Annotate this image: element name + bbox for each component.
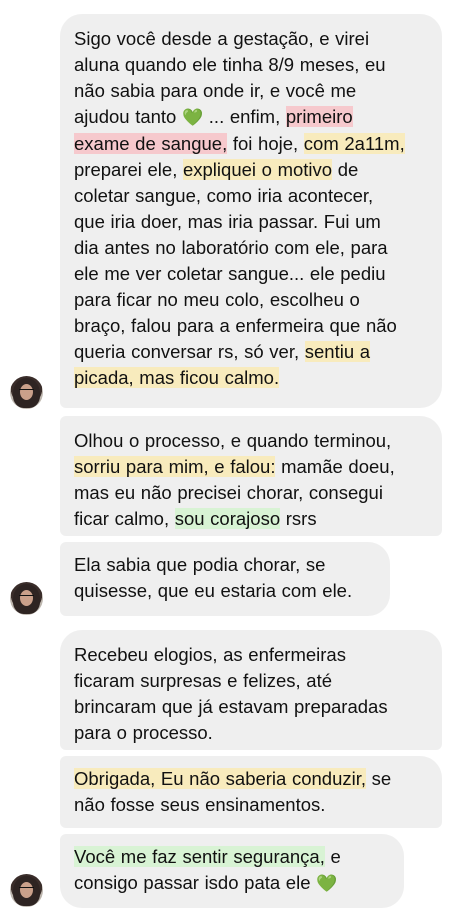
message-line: Recebeu elogios, as enfermeiras xyxy=(74,642,428,668)
message-line: aluna quando ele tinha 8/9 meses, eu xyxy=(74,52,428,78)
message-text: preparei ele, xyxy=(74,159,183,180)
message-line: braço, falou para a enfermeira que não xyxy=(74,313,428,339)
message-line: não sabia para onde ir, e você me xyxy=(74,78,428,104)
message-line: quisesse, que eu estaria com ele. xyxy=(74,578,376,604)
message-text: consigo passar isdo pata ele xyxy=(74,872,317,893)
highlighted-text: sou corajoso xyxy=(174,508,281,529)
message-text: ficaram surpresas e felizes, até xyxy=(74,670,333,691)
message-text: rsrs xyxy=(280,508,317,529)
message-line: que iria doer, mas iria passar. Fui um xyxy=(74,209,428,235)
message-line: preparei ele, expliquei o motivo de xyxy=(74,157,428,183)
highlighted-text: com 2a11m, xyxy=(303,133,405,154)
message-text: mas eu não precisei chorar, consegui xyxy=(74,482,383,503)
message-bubble[interactable]: Recebeu elogios, as enfermeiras ficaram s… xyxy=(60,630,442,750)
highlighted-text: sentiu a xyxy=(304,341,371,362)
message-line: para ficar no meu colo, escolheu o xyxy=(74,287,428,313)
message-line: brincaram que já estavam preparadas xyxy=(74,694,428,720)
message-line: dia antes no laboratório com ele, para xyxy=(74,235,428,261)
message-line: coletar sangue, como iria acontecer, xyxy=(74,183,428,209)
message-line: para o processo. xyxy=(74,720,428,746)
highlighted-text: picada, mas ficou calmo. xyxy=(74,367,280,388)
message-text: e xyxy=(324,846,341,867)
message-text: quisesse, que eu estaria com ele. xyxy=(74,580,353,601)
sender-avatar[interactable] xyxy=(10,582,43,615)
message-text: ficar calmo, xyxy=(74,508,175,529)
message-text: Olhou o processo, e quando terminou, xyxy=(74,430,392,451)
message-text: que iria doer, mas iria passar. Fui um xyxy=(74,211,381,232)
highlighted-text: Obrigada, Eu não saberia conduzir, xyxy=(74,768,367,789)
message-bubble[interactable]: Olhou o processo, e quando terminou, sorr… xyxy=(60,416,442,536)
message-text: não fosse seus ensinamentos. xyxy=(74,794,326,815)
message-text: aluna quando ele tinha 8/9 meses, eu xyxy=(74,54,386,75)
message-text: foi hoje, xyxy=(227,133,304,154)
message-text: braço, falou para a enfermeira que não xyxy=(74,315,397,336)
message-line: ficaram surpresas e felizes, até xyxy=(74,668,428,694)
message-text: para o processo. xyxy=(74,722,213,743)
message-text: mamãe doeu, xyxy=(275,456,395,477)
green-heart-icon: 💚 xyxy=(181,108,204,128)
message-line: Olhou o processo, e quando terminou, xyxy=(74,428,428,454)
message-line: Sigo você desde a gestação, e virei xyxy=(74,26,428,52)
message-text: ele me ver coletar sangue... ele pediu xyxy=(74,263,386,284)
message-text: Ela sabia que podia chorar, se xyxy=(74,554,326,575)
message-line: sorriu para mim, e falou: mamãe doeu, xyxy=(74,454,428,480)
message-text: brincaram que já estavam preparadas xyxy=(74,696,388,717)
message-line: exame de sangue, foi hoje, com 2a11m, xyxy=(74,131,428,157)
message-line: Obrigada, Eu não saberia conduzir, se xyxy=(74,766,428,792)
message-line: consigo passar isdo pata ele 💚 xyxy=(74,870,390,897)
message-text: queria conversar rs, só ver, xyxy=(74,341,305,362)
message-line: mas eu não precisei chorar, consegui xyxy=(74,480,428,506)
message-bubble[interactable]: Ela sabia que podia chorar, se quisesse, … xyxy=(60,542,390,616)
green-heart-icon: 💚 xyxy=(316,874,338,894)
message-line: Ela sabia que podia chorar, se xyxy=(74,552,376,578)
highlighted-text: primeiro xyxy=(285,106,353,127)
message-text: Recebeu elogios, as enfermeiras xyxy=(74,644,346,665)
message-line: queria conversar rs, só ver, sentiu a xyxy=(74,339,428,365)
message-line: picada, mas ficou calmo. xyxy=(74,365,428,391)
sender-avatar[interactable] xyxy=(10,874,43,907)
message-text: dia antes no laboratório com ele, para xyxy=(74,237,388,258)
message-text: não sabia para onde ir, e você me xyxy=(74,80,357,101)
highlighted-text: expliquei o motivo xyxy=(182,159,333,180)
message-line: ele me ver coletar sangue... ele pediu xyxy=(74,261,428,287)
highlighted-text: Você me faz sentir segurança, xyxy=(74,846,325,867)
message-bubble[interactable]: Sigo você desde a gestação, e virei aluna… xyxy=(60,14,442,408)
message-text: ... enfim, xyxy=(203,106,286,127)
message-line: ficar calmo, sou corajoso rsrs xyxy=(74,506,428,532)
message-text: ajudou tanto xyxy=(74,106,182,127)
message-line: ajudou tanto 💚 ... enfim, primeiro xyxy=(74,104,428,131)
message-line: Você me faz sentir segurança, e xyxy=(74,844,390,870)
highlighted-text: exame de sangue, xyxy=(74,133,228,154)
message-bubble[interactable]: Você me faz sentir segurança, e consigo p… xyxy=(60,834,404,908)
highlighted-text: sorriu para mim, e falou: xyxy=(74,456,276,477)
sender-avatar[interactable] xyxy=(10,376,43,409)
message-text: para ficar no meu colo, escolheu o xyxy=(74,289,360,310)
message-line: não fosse seus ensinamentos. xyxy=(74,792,428,818)
message-text: coletar sangue, como iria acontecer, xyxy=(74,185,374,206)
message-text: de xyxy=(332,159,359,180)
message-bubble[interactable]: Obrigada, Eu não saberia conduzir, se não… xyxy=(60,756,442,828)
message-text: se xyxy=(366,768,392,789)
message-text: Sigo você desde a gestação, e virei xyxy=(74,28,370,49)
